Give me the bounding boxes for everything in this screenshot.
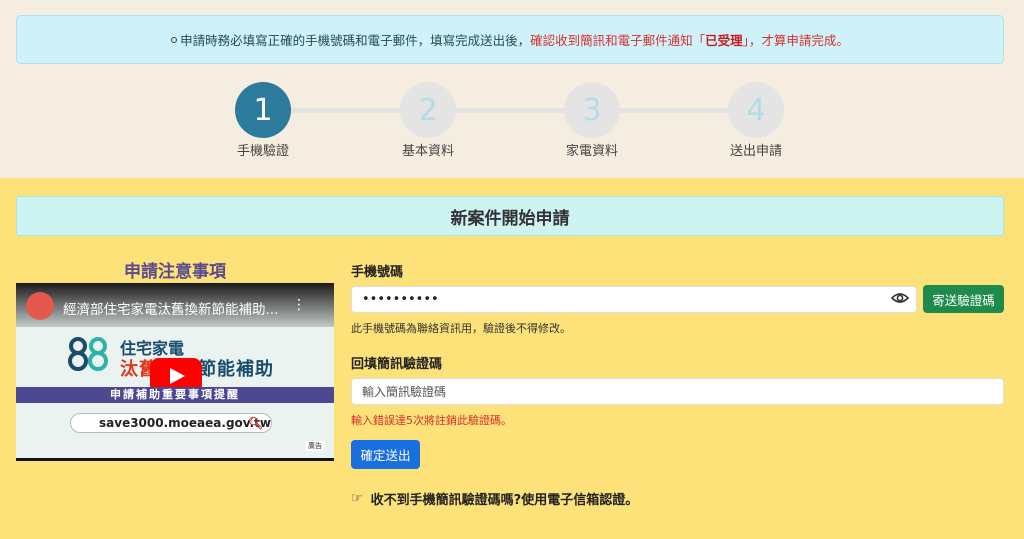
new-case-banner: 新案件開始申請 — [16, 196, 1004, 236]
phone-field[interactable]: •••••••••• — [351, 286, 917, 313]
logo-text-subsidy: 節能補助 — [198, 359, 274, 380]
video-title[interactable]: 經濟部住宅家電汰舊換新節能補助... — [63, 298, 278, 318]
bullet-icon — [171, 36, 178, 43]
step-3-label: 家電資料 — [565, 144, 618, 159]
email-verify-link[interactable]: ☞ 收不到手機簡訊驗證碼嗎?使用電子信箱認證。 — [351, 489, 638, 508]
notice-banner: 申請時務必填寫正確的手機號碼和電子郵件，填寫完成送出後， 確認收到簡訊和電子郵件… — [16, 15, 1004, 64]
notice-text-2: 確認收到簡訊和電子郵件通知「 — [530, 33, 706, 48]
step-3-circle: 3 — [564, 82, 620, 138]
step-1-label: 手機驗證 — [236, 144, 289, 159]
notice-accepted: 已受理 — [705, 33, 743, 48]
step-1: 1 手機驗證 — [223, 80, 303, 159]
email-link-text[interactable]: 收不到手機簡訊驗證碼嗎?使用電子信箱認證。 — [371, 489, 639, 508]
step-2: 2 基本資料 — [388, 80, 468, 159]
phone-help-text: 此手機號碼為聯絡資訊用，驗證後不得修改。 — [351, 322, 571, 335]
video-player[interactable]: 經濟部住宅家電汰舊換新節能補助... ⋮ 住宅家電 汰舊 節能補助 申請補助重要事… — [16, 283, 334, 461]
step-4-circle: 4 — [728, 82, 784, 138]
step-2-circle: 2 — [400, 82, 456, 138]
ad-label: 廣告 — [306, 441, 324, 451]
progress-stepper: 1 手機驗證 2 基本資料 3 家電資料 4 送出申請 — [0, 80, 1024, 170]
channel-avatar[interactable] — [26, 292, 54, 320]
more-options-icon[interactable]: ⋮ — [292, 297, 306, 313]
video-strip-text: 申請補助重要事項提醒 — [16, 387, 334, 403]
notice-text-1: 申請時務必填寫正確的手機號碼和電子郵件，填寫完成送出後， — [180, 33, 531, 48]
stepper-line — [290, 108, 728, 113]
phone-label: 手機號碼 — [351, 265, 404, 280]
notice-section-title: 申請注意事項 — [124, 262, 226, 282]
step-2-label: 基本資料 — [401, 144, 454, 159]
code-warning-text: 輸入錯誤達5次將註銷此驗證碼。 — [351, 414, 512, 427]
code-label: 回填簡訊驗證碼 — [351, 357, 443, 372]
submit-button[interactable]: 確定送出 — [351, 440, 420, 469]
step-1-circle: 1 — [235, 82, 291, 138]
sms-code-input[interactable] — [351, 378, 1004, 405]
video-url-pill: save3000.moeaea.gov.tw 🔍︎ — [70, 413, 272, 433]
hand-point-icon: ☞ — [351, 491, 363, 506]
notice-text-4: 」，才算申請完成。 — [742, 33, 849, 48]
send-code-button[interactable]: 寄送驗證碼 — [923, 285, 1004, 313]
search-icon: 🔍︎ — [247, 416, 263, 430]
step-4-label: 送出申請 — [729, 144, 782, 159]
logo-icon — [68, 337, 108, 371]
step-4: 4 送出申請 — [716, 80, 796, 159]
eye-icon[interactable] — [891, 291, 909, 305]
video-url-text: save3000.moeaea.gov.tw — [99, 416, 271, 430]
step-3: 3 家電資料 — [552, 80, 632, 159]
main-panel: 新案件開始申請 申請注意事項 經濟部住宅家電汰舊換新節能補助... ⋮ 住宅家電… — [0, 178, 1024, 539]
